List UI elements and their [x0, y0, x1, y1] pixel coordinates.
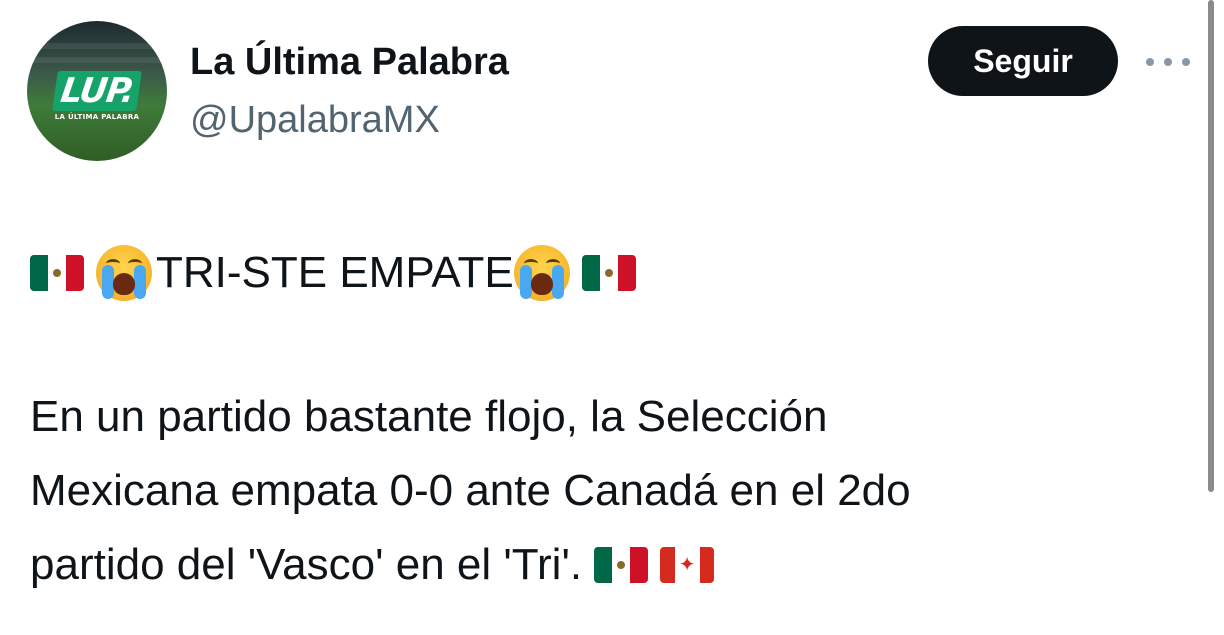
avatar[interactable]: LUP. LA ÚLTIMA PALABRA — [27, 21, 167, 161]
headline-text: TRI-STE EMPATE — [156, 248, 514, 297]
loudly-crying-face-icon — [513, 245, 570, 301]
more-dot — [1182, 58, 1190, 66]
canada-flag-icon: ✦ — [660, 547, 715, 583]
tweet-headline: TRI-STE EMPATE — [30, 240, 636, 306]
logo-subtitle: LA ÚLTIMA PALABRA — [54, 113, 140, 121]
avatar-stadium-stripe — [27, 43, 167, 49]
scrollbar[interactable] — [1208, 0, 1214, 492]
lup-logo: LUP. — [47, 71, 147, 111]
mexico-flag-icon — [581, 255, 636, 291]
more-horizontal-icon[interactable] — [1146, 52, 1190, 72]
tweet-body-line: En un partido bastante flojo, la Selecci… — [30, 392, 828, 441]
tweet-body-line: Mexicana empata 0-0 ante Canadá en el 2d… — [30, 466, 911, 515]
follow-button[interactable]: Seguir — [928, 26, 1118, 96]
avatar-stadium-stripe — [27, 57, 167, 63]
mexico-flag-icon — [594, 547, 649, 583]
display-name[interactable]: La Última Palabra — [190, 40, 509, 84]
tweet-body-text: partido del 'Vasco' en el 'Tri'. — [30, 540, 583, 589]
more-dot — [1146, 58, 1154, 66]
logo-text: LUP. — [51, 71, 143, 111]
tweet-body-line-last: partido del 'Vasco' en el 'Tri'. ✦ — [30, 532, 715, 598]
user-handle[interactable]: @UpalabraMX — [190, 98, 440, 142]
mexico-flag-icon — [30, 255, 84, 291]
more-dot — [1164, 58, 1172, 66]
loudly-crying-face-icon — [96, 245, 152, 301]
